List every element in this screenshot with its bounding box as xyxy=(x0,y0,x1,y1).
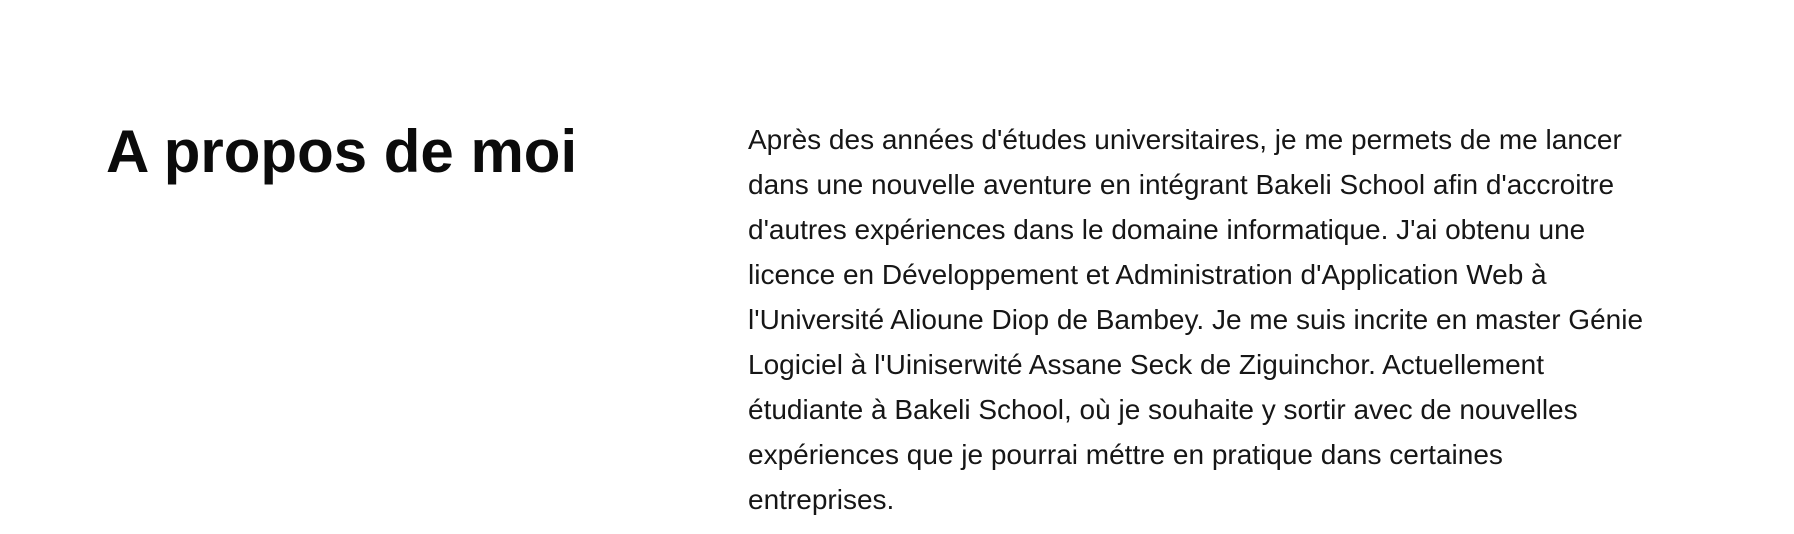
about-paragraph-line: Logiciel à l'Uiniserwité Assane Seck de … xyxy=(748,349,1544,380)
about-paragraph-line: licence en Développement et Administrati… xyxy=(748,259,1547,290)
about-paragraph: Après des années d'études universitaires… xyxy=(748,117,1748,522)
about-paragraph-line: expériences que je pourrai méttre en pra… xyxy=(748,439,1503,470)
page-title: A propos de moi xyxy=(106,118,578,185)
about-paragraph-line: dans une nouvelle aventure en intégrant … xyxy=(748,169,1615,200)
about-section: A propos de moi Après des années d'étude… xyxy=(0,0,1794,534)
about-paragraph-line: entreprises. xyxy=(748,484,895,515)
about-paragraph-line: Après des années d'études universitaires… xyxy=(748,124,1622,155)
about-paragraph-line: d'autres expériences dans le domaine inf… xyxy=(748,214,1586,245)
about-paragraph-line: l'Université Alioune Diop de Bambey. Je … xyxy=(748,304,1644,335)
about-paragraph-line: étudiante à Bakeli School, où je souhait… xyxy=(748,394,1578,425)
